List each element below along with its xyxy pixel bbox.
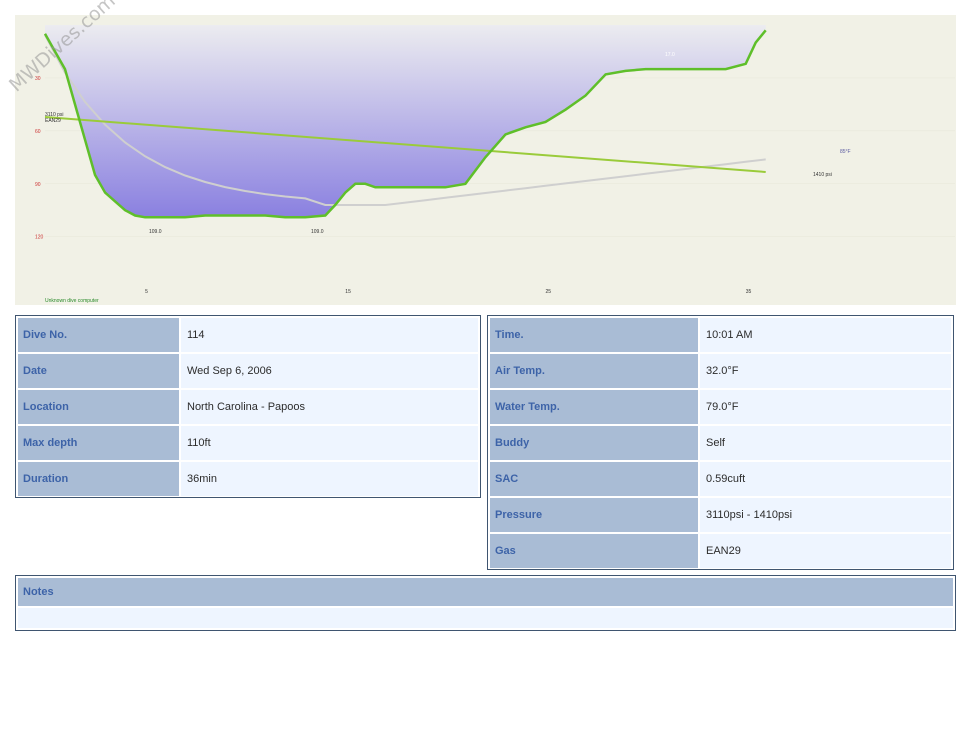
row-value: 32.0°F: [700, 354, 951, 388]
row-value: 10:01 AM: [700, 318, 951, 352]
time-tick-label: 5: [145, 289, 148, 295]
end-pressure-label: 1410 psi: [813, 172, 832, 178]
row-label: Duration: [18, 462, 179, 496]
gas-label: EAN29: [45, 118, 61, 124]
dive-computer-label: Unknown dive computer: [45, 298, 99, 304]
dive-profile-chart: 306090120 5 15 25 35 3110 psi EAN29 1410 ps…: [15, 15, 956, 305]
table-row: Air Temp. 32.0°F: [490, 354, 951, 388]
depth-marker-label: 109.0: [149, 229, 162, 235]
row-label: Buddy: [490, 426, 698, 460]
row-value: North Carolina - Papoos: [181, 390, 478, 424]
depth-tick-label: 60: [35, 129, 41, 135]
notes-body: [18, 608, 953, 628]
table-row: Gas EAN29: [490, 534, 951, 568]
row-label: Dive No.: [18, 318, 179, 352]
row-label: Pressure: [490, 498, 698, 532]
notes-header: Notes: [18, 578, 953, 606]
table-row: Max depth 110ft: [18, 426, 478, 460]
row-value: 3110psi - 1410psi: [700, 498, 951, 532]
row-label: Location: [18, 390, 179, 424]
depth-tick-label: 90: [35, 182, 41, 188]
row-label: Gas: [490, 534, 698, 568]
time-tick-label: 25: [546, 289, 552, 295]
dive-info-table: Dive No. 114 Date Wed Sep 6, 2006 Locati…: [15, 315, 481, 498]
table-row: Dive No. 114: [18, 318, 478, 352]
row-value: Self: [700, 426, 951, 460]
row-label: Max depth: [18, 426, 179, 460]
table-row: Location North Carolina - Papoos: [18, 390, 478, 424]
row-value: EAN29: [700, 534, 951, 568]
time-tick-label: 15: [345, 289, 351, 295]
row-value: 79.0°F: [700, 390, 951, 424]
table-row: Date Wed Sep 6, 2006: [18, 354, 478, 388]
table-row: Water Temp. 79.0°F: [490, 390, 951, 424]
notes-value: [18, 608, 953, 628]
row-label: Date: [18, 354, 179, 388]
depth-tick-label: 120: [35, 235, 44, 241]
row-value: Wed Sep 6, 2006: [181, 354, 478, 388]
table-row: Time. 10:01 AM: [490, 318, 951, 352]
table-row: Buddy Self: [490, 426, 951, 460]
row-label: Water Temp.: [490, 390, 698, 424]
table-row: SAC 0.59cuft: [490, 462, 951, 496]
time-tick-label: 35: [746, 289, 752, 295]
row-value: 36min: [181, 462, 478, 496]
notes-section: Notes: [15, 575, 956, 631]
conditions-table: Time. 10:01 AM Air Temp. 32.0°F Water Te…: [487, 315, 954, 570]
row-label: SAC: [490, 462, 698, 496]
table-row: Duration 36min: [18, 462, 478, 496]
surface-marker-label: 17.0: [665, 52, 675, 58]
temp-label: 85°F: [840, 149, 851, 155]
row-label: Air Temp.: [490, 354, 698, 388]
row-value: 110ft: [181, 426, 478, 460]
notes-label: Notes: [18, 578, 953, 606]
row-label: Time.: [490, 318, 698, 352]
depth-marker-label: 109.0: [311, 229, 324, 235]
table-row: Pressure 3110psi - 1410psi: [490, 498, 951, 532]
row-value: 114: [181, 318, 478, 352]
row-value: 0.59cuft: [700, 462, 951, 496]
